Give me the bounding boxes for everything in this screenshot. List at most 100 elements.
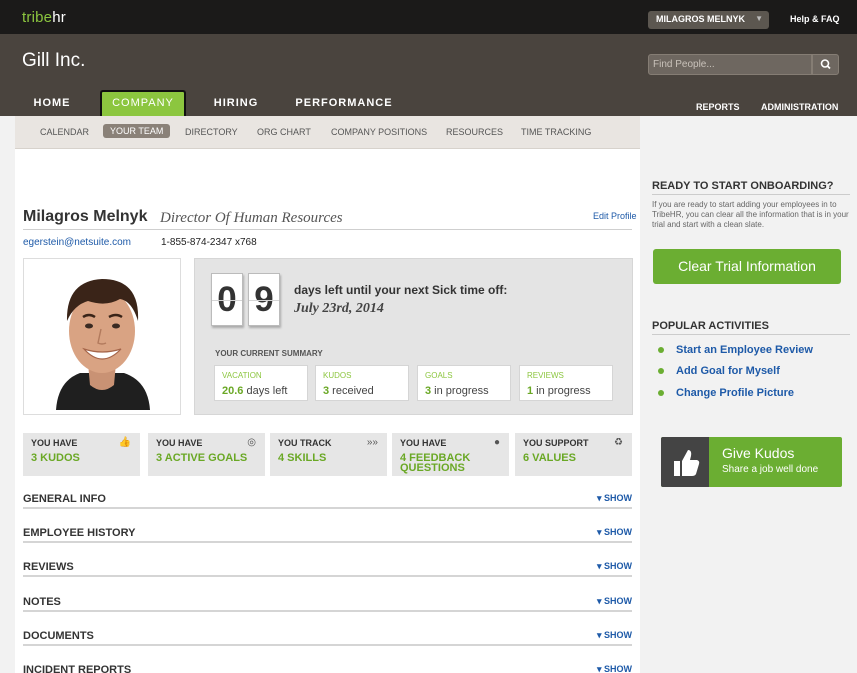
reports-link[interactable]: REPORTS bbox=[696, 102, 740, 112]
tab-company[interactable]: COMPANY bbox=[100, 90, 186, 116]
section-heading: REVIEWS bbox=[23, 561, 74, 573]
bullet-icon bbox=[658, 347, 664, 353]
show-toggle[interactable]: ▾ SHOW bbox=[597, 630, 632, 641]
subnav-directory[interactable]: DIRECTORY bbox=[185, 127, 238, 137]
show-toggle[interactable]: ▾ SHOW bbox=[597, 664, 632, 673]
avatar bbox=[28, 263, 176, 410]
section-divider bbox=[23, 610, 632, 612]
stat-label: YOU TRACK bbox=[278, 438, 332, 448]
profile-phone: 1-855-874-2347 x768 bbox=[161, 237, 257, 248]
profile-email-link[interactable]: egerstein@netsuite.com bbox=[23, 237, 131, 248]
section-reviews[interactable]: REVIEWS ▾ SHOW bbox=[23, 553, 632, 587]
stat-value: 6 VALUES bbox=[523, 452, 576, 464]
summary-card-suffix: in progress bbox=[431, 385, 489, 397]
stat-active-goals[interactable]: YOU HAVE 3 ACTIVE GOALS ◎ bbox=[148, 433, 265, 476]
section-divider bbox=[23, 644, 632, 646]
summary-card-goals[interactable]: GOALS 3 in progress bbox=[417, 365, 511, 401]
section-documents[interactable]: DOCUMENTS ▾ SHOW bbox=[23, 622, 632, 656]
top-bar: tribehr MILAGROS MELNYK ▼ Help & FAQ bbox=[0, 0, 857, 34]
search-button[interactable] bbox=[812, 54, 839, 75]
sick-time-panel: 0 9 days left until your next Sick time … bbox=[194, 258, 633, 415]
subnav-time-tracking[interactable]: TIME TRACKING bbox=[521, 127, 591, 137]
summary-card-value-row: 20.6 days left bbox=[222, 385, 287, 397]
company-name: Gill Inc. bbox=[22, 50, 86, 71]
help-faq-link[interactable]: Help & FAQ bbox=[790, 14, 840, 24]
summary-card-title: KUDOS bbox=[323, 371, 352, 380]
section-heading: INCIDENT REPORTS bbox=[23, 664, 132, 673]
stats-row: YOU HAVE 3 KUDOS 👍 YOU HAVE 3 ACTIVE GOA… bbox=[23, 433, 632, 476]
profile-name: Milagros Melnyk bbox=[23, 208, 148, 225]
summary-card-title: GOALS bbox=[425, 371, 453, 380]
subnav-resources[interactable]: RESOURCES bbox=[446, 127, 503, 137]
user-menu-label: MILAGROS MELNYK bbox=[656, 14, 745, 24]
bullet-icon bbox=[658, 368, 664, 374]
subnav-your-team[interactable]: YOUR TEAM bbox=[103, 124, 171, 138]
activity-label: Change Profile Picture bbox=[676, 387, 794, 399]
show-toggle[interactable]: ▾ SHOW bbox=[597, 561, 632, 572]
tab-hiring[interactable]: HIRING bbox=[205, 90, 267, 116]
onboarding-description: If you are ready to start adding your em… bbox=[652, 200, 849, 229]
bullet-icon bbox=[658, 390, 664, 396]
section-heading: GENERAL INFO bbox=[23, 493, 106, 505]
profile-job-title: Director Of Human Resources bbox=[160, 210, 343, 226]
summary-card-title: VACATION bbox=[222, 371, 262, 380]
show-toggle[interactable]: ▾ SHOW bbox=[597, 596, 632, 607]
kudos-subtitle: Share a job well done bbox=[722, 464, 819, 475]
subnav-org-chart[interactable]: ORG CHART bbox=[257, 127, 311, 137]
summary-card-vacation[interactable]: VACATION 20.6 days left bbox=[214, 365, 308, 401]
subnav-calendar[interactable]: CALENDAR bbox=[40, 127, 89, 137]
popular-activities-title: POPULAR ACTIVITIES bbox=[652, 320, 769, 332]
tab-performance[interactable]: PERFORMANCE bbox=[290, 90, 398, 116]
stat-values[interactable]: YOU SUPPORT 6 VALUES ♻ bbox=[515, 433, 632, 476]
stat-feedback-questions[interactable]: YOU HAVE 4 FEEDBACK QUESTIONS ● bbox=[392, 433, 509, 476]
summary-card-value-row: 3 in progress bbox=[425, 385, 489, 397]
section-incident-reports[interactable]: INCIDENT REPORTS ▾ SHOW bbox=[23, 656, 632, 673]
stat-value: 3 ACTIVE GOALS bbox=[156, 452, 248, 464]
stat-skills[interactable]: YOU TRACK 4 SKILLS »» bbox=[270, 433, 387, 476]
show-toggle[interactable]: ▾ SHOW bbox=[597, 527, 632, 538]
sick-time-message: days left until your next Sick time off: bbox=[294, 283, 508, 297]
chevrons-icon: »» bbox=[366, 437, 378, 448]
administration-link[interactable]: ADMINISTRATION bbox=[761, 102, 838, 112]
stat-value: 3 KUDOS bbox=[31, 452, 80, 464]
give-kudos-button[interactable]: Give Kudos Share a job well done bbox=[661, 437, 842, 487]
kudos-icon-panel bbox=[661, 437, 709, 487]
subnav-company-positions[interactable]: COMPANY POSITIONS bbox=[331, 127, 427, 137]
counter-digit-ones: 9 bbox=[248, 273, 280, 326]
stat-label: YOU SUPPORT bbox=[523, 438, 589, 448]
tab-home[interactable]: HOME bbox=[24, 90, 80, 116]
search-input[interactable]: Find People... bbox=[648, 54, 812, 75]
thumbs-up-icon: 👍 bbox=[118, 437, 131, 448]
clear-trial-button[interactable]: Clear Trial Information bbox=[653, 249, 841, 284]
edit-profile-link[interactable]: Edit Profile bbox=[593, 211, 637, 221]
summary-card-suffix: in progress bbox=[533, 385, 591, 397]
stat-value: 4 FEEDBACK QUESTIONS bbox=[400, 452, 471, 474]
summary-card-value-row: 3 received bbox=[323, 385, 374, 397]
sub-nav: CALENDAR YOUR TEAM DIRECTORY ORG CHART C… bbox=[15, 116, 640, 149]
summary-card-value: 20.6 bbox=[222, 385, 244, 397]
stat-value: 4 SKILLS bbox=[278, 452, 327, 464]
activity-label: Start an Employee Review bbox=[676, 344, 813, 356]
stat-label: YOU HAVE bbox=[31, 438, 78, 448]
summary-card-kudos[interactable]: KUDOS 3 received bbox=[315, 365, 409, 401]
summary-card-reviews[interactable]: REVIEWS 1 in progress bbox=[519, 365, 613, 401]
divider bbox=[652, 194, 850, 195]
summary-card-suffix: days left bbox=[243, 385, 288, 397]
section-heading: DOCUMENTS bbox=[23, 630, 94, 642]
stat-kudos[interactable]: YOU HAVE 3 KUDOS 👍 bbox=[23, 433, 140, 476]
search-icon bbox=[820, 59, 831, 70]
section-notes[interactable]: NOTES ▾ SHOW bbox=[23, 588, 632, 622]
section-employee-history[interactable]: EMPLOYEE HISTORY ▾ SHOW bbox=[23, 519, 632, 553]
user-menu-button[interactable]: MILAGROS MELNYK ▼ bbox=[648, 11, 769, 29]
digit-divider bbox=[212, 300, 242, 301]
header: Gill Inc. Find People... HOME COMPANY HI… bbox=[0, 34, 857, 116]
section-general-info[interactable]: GENERAL INFO ▾ SHOW bbox=[23, 485, 632, 519]
summary-card-value-row: 1 in progress bbox=[527, 385, 591, 397]
kudos-title: Give Kudos bbox=[722, 445, 795, 461]
target-icon: ◎ bbox=[247, 437, 256, 448]
activity-label: Add Goal for Myself bbox=[676, 365, 780, 377]
section-heading: NOTES bbox=[23, 596, 61, 608]
search-box: Find People... bbox=[648, 54, 839, 75]
show-toggle[interactable]: ▾ SHOW bbox=[597, 493, 632, 504]
brand-logo[interactable]: tribehr bbox=[22, 9, 66, 26]
